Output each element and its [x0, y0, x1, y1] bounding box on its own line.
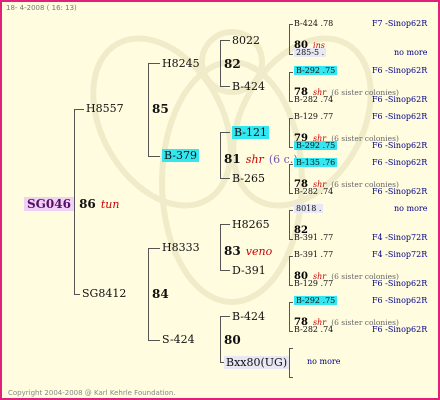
gen4-row-1-loc: F7 -Sinop62R: [372, 19, 428, 28]
gen3-c2-id[interactable]: D-391: [232, 264, 266, 277]
root-node[interactable]: SG046 86 tun: [24, 193, 119, 212]
gen3-b2-id[interactable]: B-265: [232, 172, 265, 185]
gen4-row-6-loc: F6 -Sinop62R: [372, 95, 428, 104]
gen3-b1-id[interactable]: B-121: [232, 126, 269, 139]
gen4-row-7[interactable]: B-129 .77: [294, 112, 333, 121]
gen4-row-16-loc: F4 -Sinop72R: [372, 250, 428, 259]
gen4-row-10[interactable]: B-135 .76: [294, 158, 338, 167]
gen4-row-22-loc: no more: [307, 357, 341, 366]
gen2-b-number: 81: [224, 152, 241, 166]
gen4-row-15[interactable]: B-391 .77: [294, 233, 333, 242]
gen1-top-number: 85: [152, 102, 169, 116]
gen4-row-18[interactable]: B-129 .77: [294, 279, 333, 288]
gen4-row-7-loc: F6 -Sinop62R: [372, 112, 428, 121]
gen4-row-1[interactable]: B-424 .78: [294, 19, 333, 28]
gen3-d1-id[interactable]: B-424: [232, 310, 265, 323]
gen4-row-4[interactable]: B-292 .75: [294, 66, 338, 75]
gen2-d-id[interactable]: S-424: [162, 333, 195, 346]
root-tag: tun: [100, 198, 120, 211]
gen4-row-15-loc: F4 -Sinop72R: [372, 233, 428, 242]
gen2-b-tag: shr: [245, 153, 264, 166]
gen4-row-12[interactable]: B-282 .74: [294, 187, 333, 196]
gen4-row-19[interactable]: B-292 .75: [294, 296, 338, 305]
gen3-d2-id[interactable]: Bxx80(UG): [224, 356, 290, 369]
gen4-row-18-loc: F6 -Sinop62R: [372, 279, 428, 288]
gen4-row-21[interactable]: B-282 .74: [294, 325, 333, 334]
gen4-row-9[interactable]: B-292 .75: [294, 141, 338, 150]
gen2-c-id[interactable]: H8333: [162, 241, 200, 254]
pedigree-frame: 18- 4-2008 ( 16: 13) SG046 86 tun H8557 …: [0, 0, 440, 400]
gen2-b-id[interactable]: B-379: [162, 149, 199, 162]
root-id[interactable]: SG046: [24, 197, 74, 211]
gen2-b-info: 81 shr (6 c.): [224, 148, 298, 167]
gen4-row-12-loc: F6 -Sinop62R: [372, 187, 428, 196]
gen1-top-id[interactable]: H8557: [86, 102, 124, 115]
gen4-row-6[interactable]: B-282 .74: [294, 95, 333, 104]
gen4-row-16[interactable]: B-391 .77: [294, 250, 333, 259]
gen2-a-number: 82: [224, 57, 241, 71]
gen3-a2-id[interactable]: B-424: [232, 80, 265, 93]
gen4-row-13-loc: no more: [394, 204, 428, 213]
gen1-bottom-number: 84: [152, 287, 169, 301]
gen3-c1-id[interactable]: H8265: [232, 218, 270, 231]
gen2-d-number: 80: [224, 333, 241, 347]
gen4-row-3[interactable]: 285-5 .: [294, 48, 327, 57]
gen2-a-id[interactable]: H8245: [162, 57, 200, 70]
gen4-row-13[interactable]: 8018 .: [294, 204, 324, 213]
root-number: 86: [79, 197, 96, 211]
gen2-c-tag: veno: [245, 245, 273, 258]
print-date: 18- 4-2008 ( 16: 13): [6, 4, 77, 12]
gen4-row-19-loc: F6 -Sinop62R: [372, 296, 428, 305]
gen4-row-9-loc: F6 -Sinop62R: [372, 141, 428, 150]
copyright-footer: Copyright 2004-2008 @ Karl Kehrle Founda…: [8, 389, 176, 397]
gen4-row-10-loc: F6 -Sinop62R: [372, 158, 428, 167]
gen3-a1-id[interactable]: 8022: [232, 34, 260, 47]
gen2-c-number: 83: [224, 244, 241, 258]
gen2-c-info: 83 veno: [224, 240, 272, 259]
gen4-row-4-loc: F6 -Sinop62R: [372, 66, 428, 75]
gen1-bottom-id[interactable]: SG8412: [82, 287, 126, 300]
gen4-row-3-loc: no more: [394, 48, 428, 57]
gen4-row-21-loc: F6 -Sinop62R: [372, 325, 428, 334]
